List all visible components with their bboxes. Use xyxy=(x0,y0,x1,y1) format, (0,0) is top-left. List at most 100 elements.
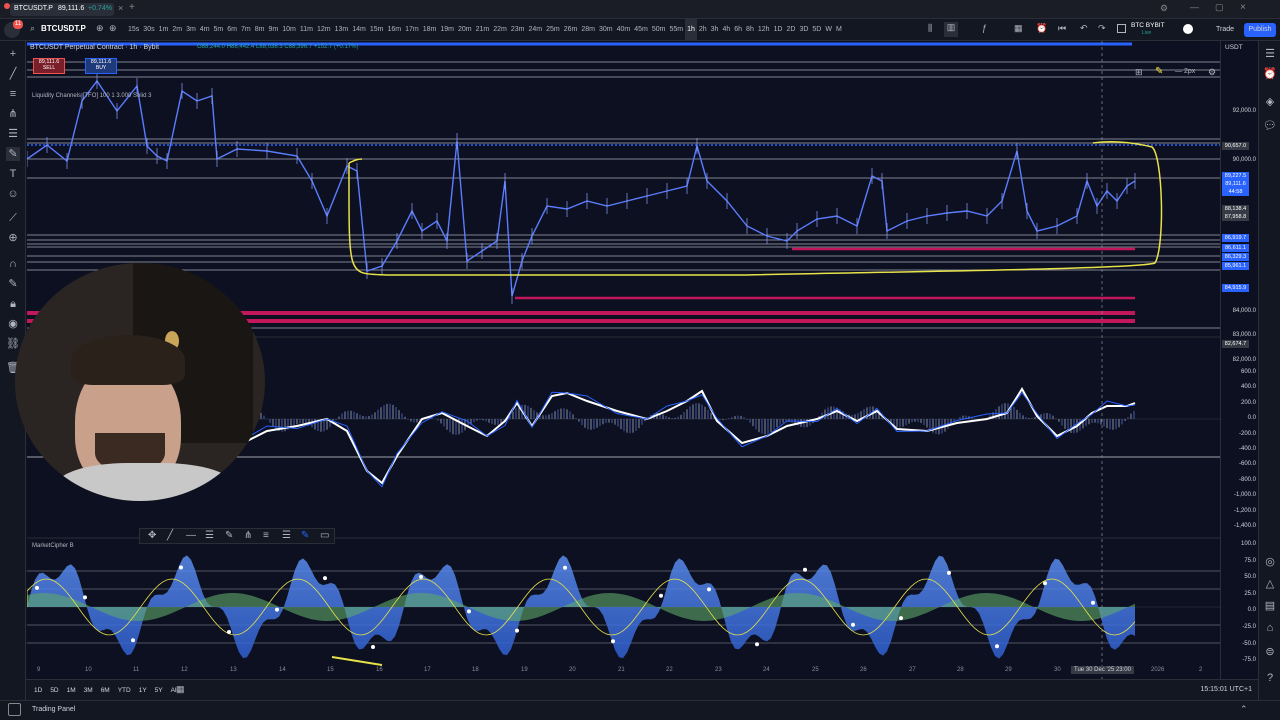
timeframe-50m[interactable]: 50m xyxy=(650,19,668,41)
restore-icon[interactable]: ▢ xyxy=(1215,2,1224,13)
indicator-legend[interactable]: Liquidity Channels [TFO] 100 1 3.000 Sol… xyxy=(32,93,151,99)
range-3m[interactable]: 3M xyxy=(84,681,93,701)
range-1m[interactable]: 1M xyxy=(67,681,76,701)
timeframe-28m[interactable]: 28m xyxy=(579,19,597,41)
brush-icon[interactable]: ✎ xyxy=(6,147,20,161)
sell-button[interactable]: 89,111.6 SELL xyxy=(33,58,65,74)
panel-toggle-icon[interactable] xyxy=(8,703,21,716)
text-icon[interactable]: T xyxy=(6,167,20,181)
pen-icon[interactable]: ✎ xyxy=(225,530,233,541)
timeframe-30m[interactable]: 30m xyxy=(597,19,615,41)
alerts-icon[interactable]: ⏰ xyxy=(1263,67,1277,81)
timeframe-2h[interactable]: 2h xyxy=(697,19,709,41)
timeframe-16m[interactable]: 16m xyxy=(385,19,403,41)
chart-type-icon[interactable]: ⫼ xyxy=(928,23,932,34)
fib-tool-icon[interactable]: ☰ xyxy=(282,530,291,541)
new-tab-icon[interactable]: + xyxy=(129,2,135,13)
trend-line-icon[interactable]: ╱ xyxy=(6,67,20,81)
timeframe-8m[interactable]: 8m xyxy=(253,19,267,41)
timeframe-11m[interactable]: 11m xyxy=(298,19,315,41)
timeframe-12h[interactable]: 12h xyxy=(756,19,772,41)
info-icon[interactable]: ? xyxy=(1263,671,1277,685)
timeframe-24m[interactable]: 24m xyxy=(526,19,544,41)
timeframe-10m[interactable]: 10m xyxy=(280,19,298,41)
visibility-icon[interactable]: ◉ xyxy=(6,317,20,331)
date-range-icon[interactable]: ▦ xyxy=(176,684,185,695)
range-6m[interactable]: 6M xyxy=(101,681,110,701)
horizontal-lines-icon[interactable]: ≡ xyxy=(6,87,20,101)
timeframe-1m[interactable]: 1m xyxy=(157,19,171,41)
timeframe-45m[interactable]: 45m xyxy=(632,19,650,41)
symbol-search[interactable]: BTCUSDT.P xyxy=(41,24,86,33)
flag-icon[interactable]: △ xyxy=(1263,577,1277,591)
brush-color-icon[interactable]: ✎ xyxy=(1155,66,1163,77)
line-tool-icon[interactable]: ╱ xyxy=(167,530,173,541)
timeframe-21m[interactable]: 21m xyxy=(474,19,492,41)
timeframe-17m[interactable]: 17m xyxy=(403,19,421,41)
timeframe-55m[interactable]: 55m xyxy=(667,19,685,41)
search-icon[interactable]: ⌕ xyxy=(30,23,35,34)
marketcipher-legend[interactable]: MarketCipher B xyxy=(32,543,74,549)
close-window-icon[interactable]: × xyxy=(1240,2,1246,13)
alert-icon[interactable]: ⏰ xyxy=(1036,23,1047,34)
trading-panel-label[interactable]: Trading Panel xyxy=(32,706,75,713)
timeframe-6m[interactable]: 6m xyxy=(225,19,239,41)
link-icon[interactable]: ⛓ xyxy=(6,337,20,351)
object-tree-icon[interactable]: ⊞ xyxy=(1135,67,1143,78)
timeframe-3h[interactable]: 3h xyxy=(709,19,721,41)
watchlist-icon[interactable]: ☰ xyxy=(1263,47,1277,61)
trade-button[interactable]: Trade xyxy=(1208,23,1242,37)
range-ytd[interactable]: YTD xyxy=(118,681,131,701)
timeframe-1D[interactable]: 1D xyxy=(772,19,785,41)
timeframe-8h[interactable]: 8h xyxy=(744,19,756,41)
timeframe-4m[interactable]: 4m xyxy=(198,19,212,41)
timeframe-5m[interactable]: 5m xyxy=(212,19,226,41)
brush-tool-icon[interactable]: ✎ xyxy=(301,530,309,541)
fib-icon[interactable]: ☰ xyxy=(6,127,20,141)
timeframe-2m[interactable]: 2m xyxy=(170,19,184,41)
pitchfork-icon[interactable]: ⋔ xyxy=(6,107,20,121)
undo-icon[interactable]: ↶ xyxy=(1080,23,1088,34)
minimize-icon[interactable]: — xyxy=(1190,2,1199,12)
timeframe-3D[interactable]: 3D xyxy=(797,19,810,41)
lines-icon[interactable]: ☰ xyxy=(205,530,214,541)
range-1d[interactable]: 1D xyxy=(34,681,42,701)
replay-icon[interactable]: ⏮ xyxy=(1058,23,1066,34)
collapse-icon[interactable]: ⌃ xyxy=(1240,704,1248,715)
timeframe-6h[interactable]: 6h xyxy=(732,19,744,41)
channel-icon[interactable]: ≡ xyxy=(263,530,269,541)
timeframe-3m[interactable]: 3m xyxy=(184,19,198,41)
crosshair-icon[interactable]: + xyxy=(6,47,20,61)
buy-button[interactable]: 89,111.6 BUY xyxy=(85,58,117,74)
account-icon[interactable] xyxy=(1183,24,1193,34)
chat-icon[interactable]: 💬︎ xyxy=(1263,119,1277,133)
currency-selector[interactable]: USDT xyxy=(1225,44,1243,51)
compare-icon[interactable]: ⊕ xyxy=(96,23,104,34)
timeframe-40m[interactable]: 40m xyxy=(615,19,633,41)
browser-tab[interactable]: BTCUSDT.P 89,111.6 +0.74% xyxy=(10,3,114,16)
ray-icon[interactable]: — xyxy=(186,530,196,541)
timeframe-23m[interactable]: 23m xyxy=(509,19,527,41)
range-5d[interactable]: 5D xyxy=(50,681,58,701)
stay-in-drawing-icon[interactable]: ✎ xyxy=(6,277,20,291)
timeframe-30s[interactable]: 30s xyxy=(141,19,156,41)
timeframe-W[interactable]: W xyxy=(823,19,834,41)
timeframe-22m[interactable]: 22m xyxy=(491,19,509,41)
ruler-icon[interactable]: ⟋ xyxy=(6,211,20,225)
line-width-selector[interactable]: — 2px xyxy=(1175,68,1195,75)
lock-icon[interactable]: 🔒︎ xyxy=(6,297,20,311)
move-icon[interactable]: ✥ xyxy=(148,530,156,541)
target-icon[interactable]: ◎ xyxy=(1263,555,1277,569)
emoji-icon[interactable]: ☺ xyxy=(6,187,20,201)
rectangle-icon[interactable]: ▭ xyxy=(320,530,329,541)
timeframe-18m[interactable]: 18m xyxy=(421,19,439,41)
candles-icon[interactable]: ▥ xyxy=(944,22,958,37)
help-icon[interactable]: ⊜ xyxy=(1263,645,1277,659)
fullscreen-icon[interactable] xyxy=(1117,24,1126,33)
timeframe-2D[interactable]: 2D xyxy=(784,19,797,41)
timeframe-9m[interactable]: 9m xyxy=(266,19,280,41)
timeframe-20m[interactable]: 20m xyxy=(456,19,474,41)
timeframe-12m[interactable]: 12m xyxy=(315,19,333,41)
timeframe-7m[interactable]: 7m xyxy=(239,19,253,41)
timeframe-5D[interactable]: 5D xyxy=(810,19,823,41)
